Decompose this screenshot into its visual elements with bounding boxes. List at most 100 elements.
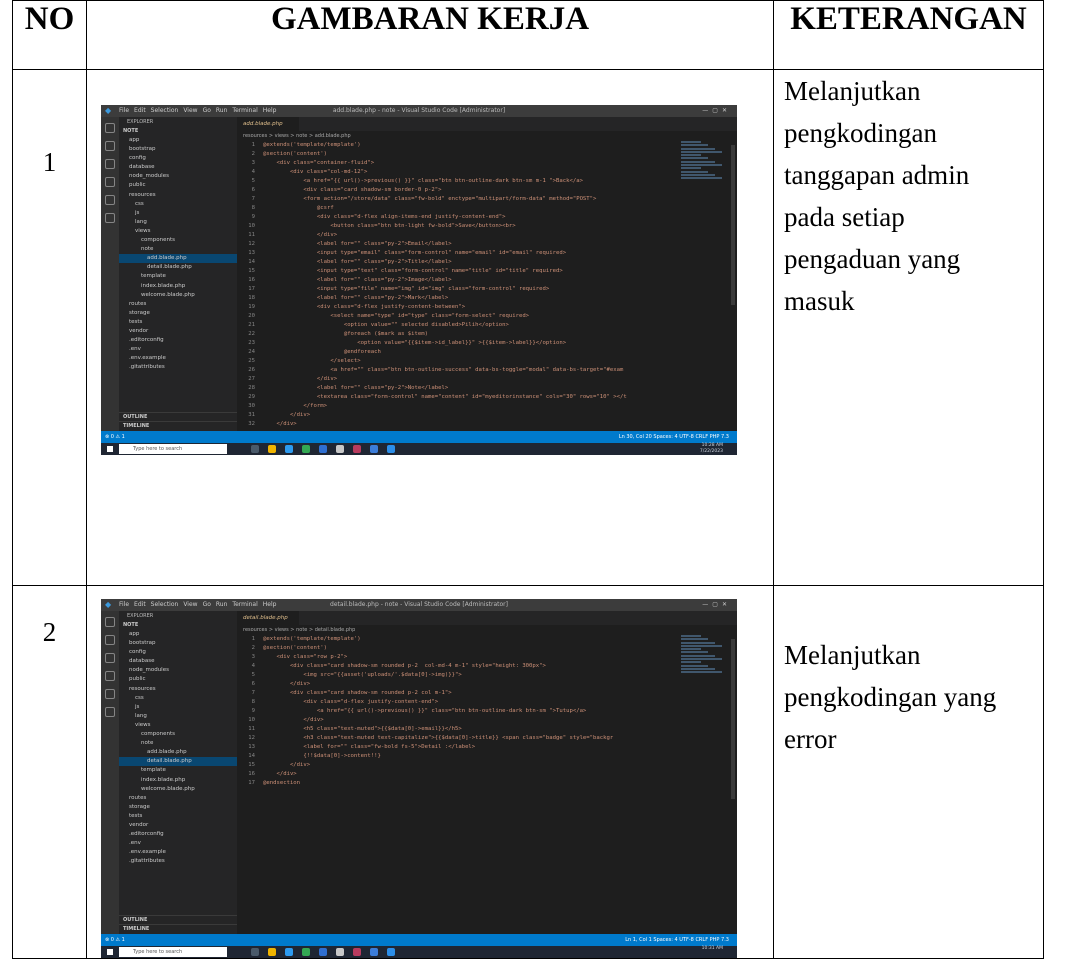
taskbar-search[interactable]: Type here to search (119, 947, 227, 957)
taskbar-app-icon[interactable] (336, 445, 344, 453)
activity-icon[interactable] (105, 635, 115, 645)
activity-icon[interactable] (105, 617, 115, 627)
activity-icon[interactable] (105, 213, 115, 223)
taskbar-app-icon[interactable] (302, 445, 310, 453)
file-tree-item[interactable]: config (119, 648, 237, 657)
file-tree-item[interactable]: template (119, 272, 237, 281)
activity-icon[interactable] (105, 689, 115, 699)
taskbar-app-icon[interactable] (285, 445, 293, 453)
file-tree-item[interactable]: .editorconfig (119, 336, 237, 345)
taskbar-app-icon[interactable] (387, 445, 395, 453)
activity-icon[interactable] (105, 707, 115, 717)
activity-icon[interactable] (105, 195, 115, 205)
file-tree-item[interactable]: add.blade.php (119, 748, 237, 757)
file-tree-item[interactable]: public (119, 181, 237, 190)
file-tree-item[interactable]: welcome.blade.php (119, 785, 237, 794)
taskbar-app-icon[interactable] (302, 948, 310, 956)
file-tree-item[interactable]: .gitattributes (119, 363, 237, 372)
minimap[interactable] (681, 635, 729, 675)
file-tree-item[interactable]: js (119, 703, 237, 712)
file-tree-item[interactable]: .env (119, 345, 237, 354)
file-tree-item[interactable]: views (119, 721, 237, 730)
file-tree-item[interactable]: detail.blade.php (119, 263, 237, 272)
file-tree-item[interactable]: resources (119, 685, 237, 694)
file-tree-item[interactable]: .editorconfig (119, 830, 237, 839)
file-tree-item[interactable]: note (119, 245, 237, 254)
file-tree-item[interactable]: welcome.blade.php (119, 291, 237, 300)
taskbar-app-icon[interactable] (251, 948, 259, 956)
editor-tab[interactable]: add.blade.php (237, 117, 299, 131)
problems-indicator[interactable]: ⊗ 0 ⚠ 1 (105, 431, 125, 443)
taskbar-app-icon[interactable] (336, 948, 344, 956)
file-tree-item[interactable]: lang (119, 712, 237, 721)
taskbar-app-icon[interactable] (319, 948, 327, 956)
file-tree-item[interactable]: vendor (119, 821, 237, 830)
scrollbar[interactable] (731, 639, 735, 799)
activity-icon[interactable] (105, 141, 115, 151)
file-tree-item[interactable]: detail.blade.php (119, 757, 237, 767)
taskbar-app-icon[interactable] (353, 445, 361, 453)
file-tree-item[interactable]: index.blade.php (119, 282, 237, 291)
project-name[interactable]: NOTE (119, 621, 237, 630)
file-tree-item[interactable]: storage (119, 803, 237, 812)
file-tree-item[interactable]: css (119, 694, 237, 703)
taskbar-app-icon[interactable] (251, 445, 259, 453)
activity-icon[interactable] (105, 159, 115, 169)
taskbar-app-icon[interactable] (353, 948, 361, 956)
window-controls[interactable]: —▢✕ (702, 599, 731, 611)
file-tree-item[interactable]: note (119, 739, 237, 748)
taskbar-app-icon[interactable] (370, 445, 378, 453)
file-tree-item[interactable]: .gitattributes (119, 857, 237, 866)
project-name[interactable]: NOTE (119, 127, 237, 136)
window-controls[interactable]: —▢✕ (702, 105, 731, 117)
file-tree-item[interactable]: database (119, 657, 237, 666)
file-tree-item[interactable]: lang (119, 218, 237, 227)
code-editor[interactable]: 1 2 3 4 5 6 7 8 9 10 11 12 13 14 15 16 17 18 19 20 21 22 23 24 2… (237, 141, 677, 431)
file-tree-item[interactable]: views (119, 227, 237, 236)
taskbar-app-icon[interactable] (319, 445, 327, 453)
file-tree-item[interactable]: routes (119, 794, 237, 803)
file-tree-item[interactable]: tests (119, 318, 237, 327)
file-tree-item[interactable]: .env.example (119, 848, 237, 857)
file-tree-item[interactable]: .env (119, 839, 237, 848)
activity-icon[interactable] (105, 123, 115, 133)
windows-start-icon[interactable] (107, 446, 113, 452)
editor-tab[interactable]: detail.blade.php (237, 611, 299, 625)
file-tree-item[interactable]: bootstrap (119, 145, 237, 154)
file-tree-item[interactable]: components (119, 236, 237, 245)
file-tree-item[interactable]: node_modules (119, 172, 237, 181)
file-tree-item[interactable]: tests (119, 812, 237, 821)
file-tree-item[interactable]: .env.example (119, 354, 237, 363)
file-tree-item[interactable]: vendor (119, 327, 237, 336)
file-tree-item[interactable]: storage (119, 309, 237, 318)
activity-icon[interactable] (105, 653, 115, 663)
windows-start-icon[interactable] (107, 949, 113, 955)
file-tree-item[interactable]: components (119, 730, 237, 739)
file-tree-item[interactable]: routes (119, 300, 237, 309)
file-tree-item[interactable]: bootstrap (119, 639, 237, 648)
activity-icon[interactable] (105, 671, 115, 681)
file-tree-item[interactable]: app (119, 630, 237, 639)
file-tree-item[interactable]: template (119, 766, 237, 775)
file-tree-item[interactable]: database (119, 163, 237, 172)
taskbar-app-icon[interactable] (268, 445, 276, 453)
file-tree-item[interactable]: public (119, 675, 237, 684)
file-tree-item[interactable]: resources (119, 191, 237, 200)
timeline-section[interactable]: TIMELINE (119, 421, 237, 431)
taskbar-search[interactable]: Type here to search (119, 444, 227, 454)
taskbar-app-icon[interactable] (268, 948, 276, 956)
scrollbar[interactable] (731, 145, 735, 305)
file-tree-item[interactable]: node_modules (119, 666, 237, 675)
file-tree-item[interactable]: app (119, 136, 237, 145)
problems-indicator[interactable]: ⊗ 0 ⚠ 1 (105, 934, 125, 946)
code-editor[interactable]: 1 2 3 4 5 6 7 8 9 10 11 12 13 14 15 16 17 @extends('templ… (237, 635, 677, 934)
activity-icon[interactable] (105, 177, 115, 187)
file-tree-item[interactable]: js (119, 209, 237, 218)
taskbar-app-icon[interactable] (387, 948, 395, 956)
file-tree-item[interactable]: config (119, 154, 237, 163)
timeline-section[interactable]: TIMELINE (119, 924, 237, 934)
file-tree-item[interactable]: css (119, 200, 237, 209)
file-tree-item[interactable]: add.blade.php (119, 254, 237, 264)
taskbar-app-icon[interactable] (285, 948, 293, 956)
file-tree-item[interactable]: index.blade.php (119, 776, 237, 785)
